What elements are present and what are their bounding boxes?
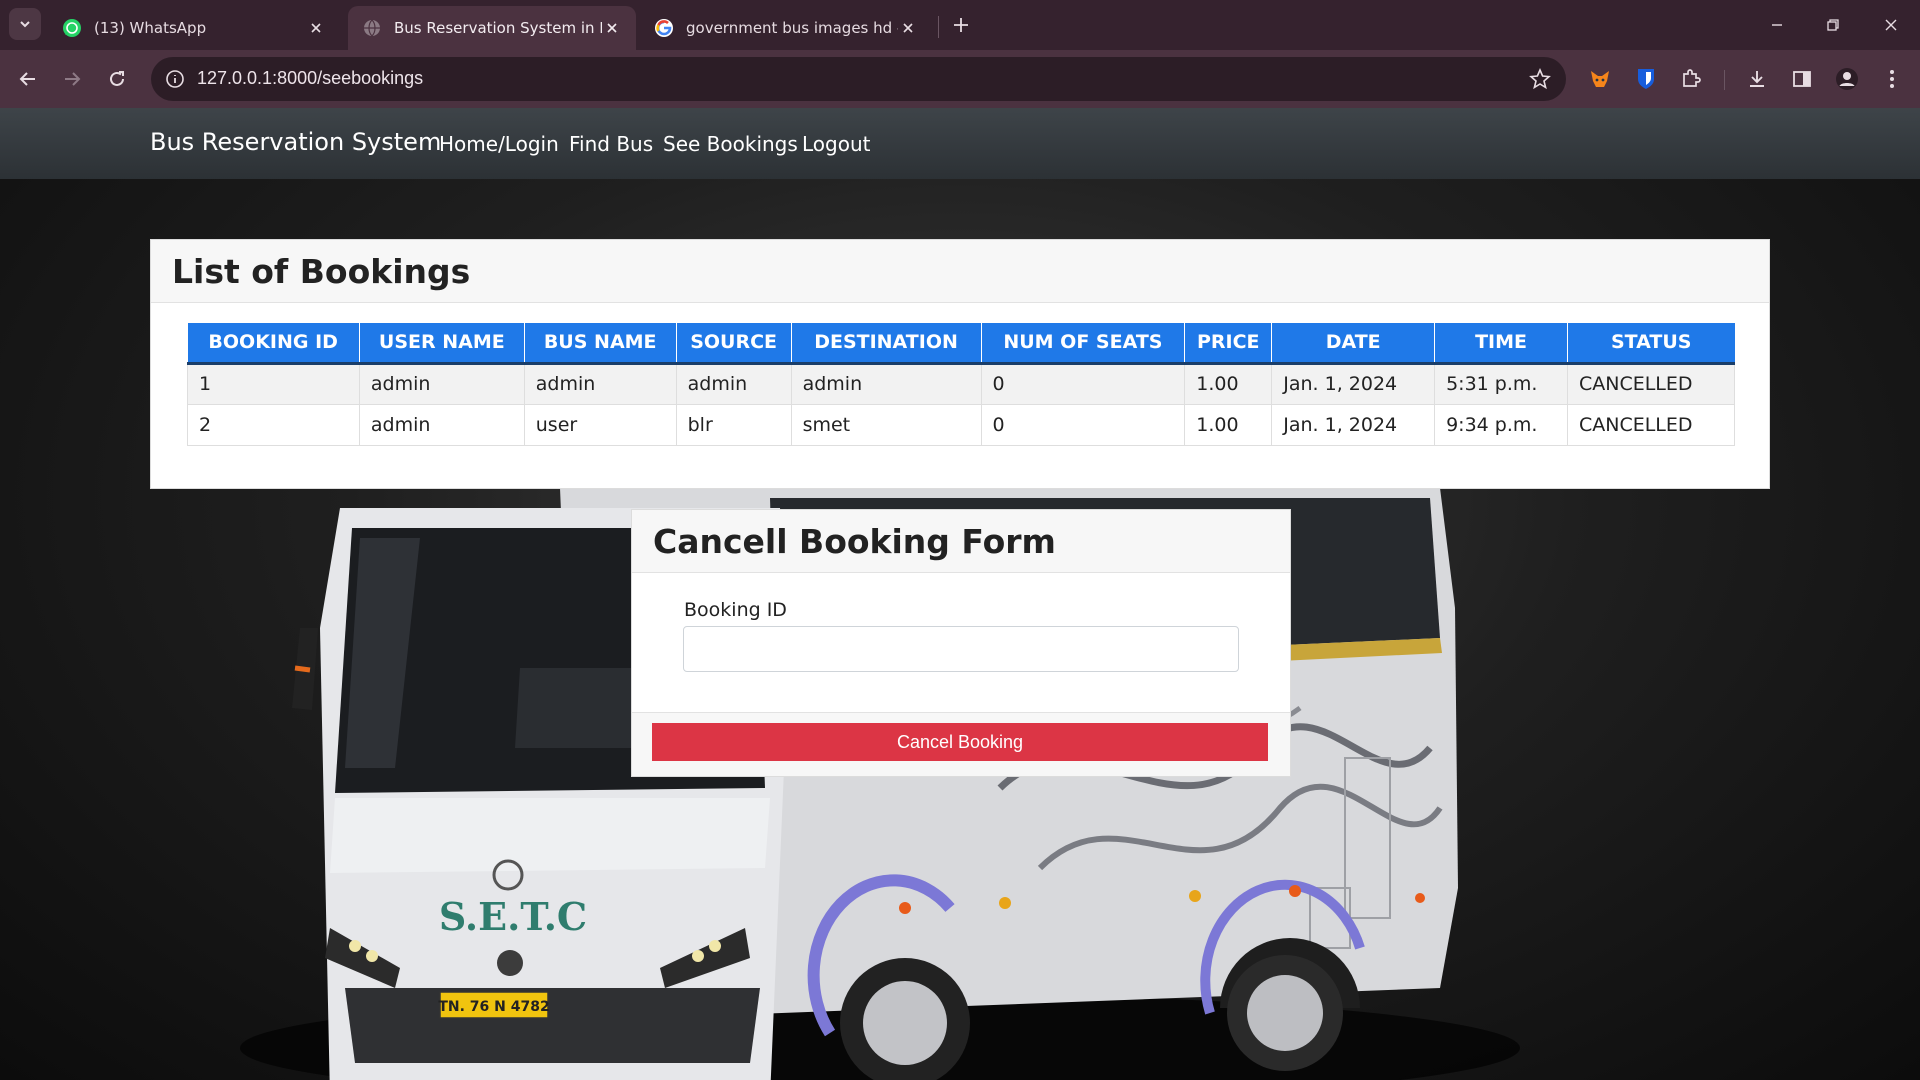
booking-id-label: Booking ID xyxy=(684,599,787,621)
tab-whatsapp[interactable]: (13) WhatsApp xyxy=(48,6,340,50)
cell-num-of-seats: 0 xyxy=(980,403,1186,446)
cell-num-of-seats: 0 xyxy=(980,362,1186,405)
new-tab-button[interactable] xyxy=(948,12,974,38)
booking-id-input[interactable] xyxy=(683,626,1239,672)
column-header-status: STATUS xyxy=(1567,323,1735,365)
cell-time: 9:34 p.m. xyxy=(1434,403,1568,446)
column-header-time: TIME xyxy=(1434,323,1568,365)
cell-date: Jan. 1, 2024 xyxy=(1271,362,1436,405)
cell-booking-id: 1 xyxy=(187,362,360,405)
cell-user-name: admin xyxy=(358,362,525,405)
tab-google-images[interactable]: government bus images hd - Go xyxy=(640,6,932,50)
cell-source: blr xyxy=(675,403,792,446)
cell-bus-name: user xyxy=(523,403,677,446)
arrow-left-icon xyxy=(19,72,35,86)
brand-title[interactable]: Bus Reservation System xyxy=(150,128,441,156)
cancel-form-title: Cancell Booking Form xyxy=(632,510,1290,573)
bookings-card-title: List of Bookings xyxy=(151,240,1769,303)
close-icon[interactable] xyxy=(306,18,326,38)
close-icon[interactable] xyxy=(602,18,622,38)
column-header-source: SOURCE xyxy=(676,323,792,365)
reload-button[interactable] xyxy=(103,65,131,93)
bus-plate-text: TN. 76 N 4782 xyxy=(438,999,549,1015)
minimize-button[interactable] xyxy=(1764,12,1790,38)
cell-bus-name: admin xyxy=(523,362,677,405)
bookings-table: BOOKING ID USER NAME BUS NAME SOURCE DES… xyxy=(187,323,1736,446)
table-row: 2 admin user blr smet 0 1.00 Jan. 1, 202… xyxy=(187,403,1736,446)
site-info-icon[interactable] xyxy=(163,67,187,91)
cell-time: 5:31 p.m. xyxy=(1434,362,1568,405)
cell-price: 1.00 xyxy=(1184,362,1273,405)
bus-logo-text: S.E.T.C xyxy=(439,894,587,939)
site-navbar: Bus Reservation System Home/Login Find B… xyxy=(0,108,1920,179)
table-header-row: BOOKING ID USER NAME BUS NAME SOURCE DES… xyxy=(187,323,1735,365)
whatsapp-icon xyxy=(62,18,82,38)
nav-link-home-login[interactable]: Home/Login xyxy=(439,132,559,156)
column-header-price: PRICE xyxy=(1184,323,1273,365)
bitwarden-extension-icon[interactable] xyxy=(1632,65,1660,93)
extensions-puzzle-icon[interactable] xyxy=(1677,65,1705,93)
forward-button[interactable] xyxy=(58,65,86,93)
cancel-booking-button[interactable]: Cancel Booking xyxy=(652,723,1268,761)
cell-date: Jan. 1, 2024 xyxy=(1271,403,1436,446)
tab-divider xyxy=(938,16,939,38)
bookmark-star-icon[interactable] xyxy=(1528,67,1552,91)
back-button[interactable] xyxy=(14,65,42,93)
bookings-card: List of Bookings BOOKING ID USER NAME BU… xyxy=(150,239,1770,489)
toolbar-divider xyxy=(1724,70,1725,90)
menu-kebab-icon[interactable] xyxy=(1878,65,1906,93)
table-row: 1 admin admin admin admin 0 1.00 Jan. 1,… xyxy=(187,362,1736,405)
nav-link-find-bus[interactable]: Find Bus xyxy=(569,132,653,156)
google-icon xyxy=(654,18,674,38)
window-close-button[interactable] xyxy=(1878,12,1904,38)
column-header-num-of-seats: NUM OF SEATS xyxy=(981,323,1186,365)
tab-title: government bus images hd - Go xyxy=(686,19,898,37)
arrow-right-icon xyxy=(65,72,81,86)
tab-search-button[interactable] xyxy=(9,8,41,40)
address-bar[interactable]: 127.0.0.1:8000/seebookings xyxy=(151,57,1566,101)
nav-link-logout[interactable]: Logout xyxy=(802,132,870,156)
side-panel-icon[interactable] xyxy=(1788,65,1816,93)
browser-tabstrip: (13) WhatsApp Bus Reservation System in … xyxy=(0,0,1920,50)
cell-source: admin xyxy=(675,362,792,405)
minimize-icon xyxy=(1772,24,1782,26)
tab-bus-reservation[interactable]: Bus Reservation System in Djang xyxy=(348,6,636,50)
cell-destination: smet xyxy=(790,403,982,446)
column-header-booking-id: BOOKING ID xyxy=(187,323,360,365)
chevron-down-icon xyxy=(20,21,30,28)
close-icon[interactable] xyxy=(898,18,918,38)
nav-link-see-bookings[interactable]: See Bookings xyxy=(663,132,798,156)
profile-avatar-icon[interactable] xyxy=(1833,65,1861,93)
page-content: TN. 76 N 4782 S.E.T.C Bus Reservation Sy… xyxy=(0,108,1920,1080)
column-header-bus-name: BUS NAME xyxy=(524,323,677,365)
cancel-form-footer: Cancel Booking xyxy=(632,712,1290,776)
column-header-destination: DESTINATION xyxy=(791,323,982,365)
url-text[interactable]: 127.0.0.1:8000/seebookings xyxy=(197,68,423,89)
reload-icon xyxy=(110,71,124,86)
plus-icon xyxy=(954,18,968,32)
column-header-user-name: USER NAME xyxy=(359,323,525,365)
tab-title: Bus Reservation System in Djang xyxy=(394,19,602,37)
cancel-booking-card: Cancell Booking Form Booking ID Cancel B… xyxy=(631,509,1291,777)
cell-booking-id: 2 xyxy=(187,403,360,446)
globe-icon xyxy=(362,18,382,38)
restore-button[interactable] xyxy=(1820,12,1846,38)
close-icon xyxy=(1885,19,1897,31)
download-icon[interactable] xyxy=(1743,65,1771,93)
tab-title: (13) WhatsApp xyxy=(94,19,207,37)
restore-icon xyxy=(1827,19,1839,31)
browser-toolbar: 127.0.0.1:8000/seebookings xyxy=(0,50,1920,108)
metamask-extension-icon[interactable] xyxy=(1586,65,1614,93)
cell-user-name: admin xyxy=(358,403,525,446)
cell-status: CANCELLED xyxy=(1566,362,1736,405)
cell-price: 1.00 xyxy=(1184,403,1273,446)
column-header-date: DATE xyxy=(1271,323,1436,365)
cell-destination: admin xyxy=(790,362,982,405)
cell-status: CANCELLED xyxy=(1566,403,1736,446)
